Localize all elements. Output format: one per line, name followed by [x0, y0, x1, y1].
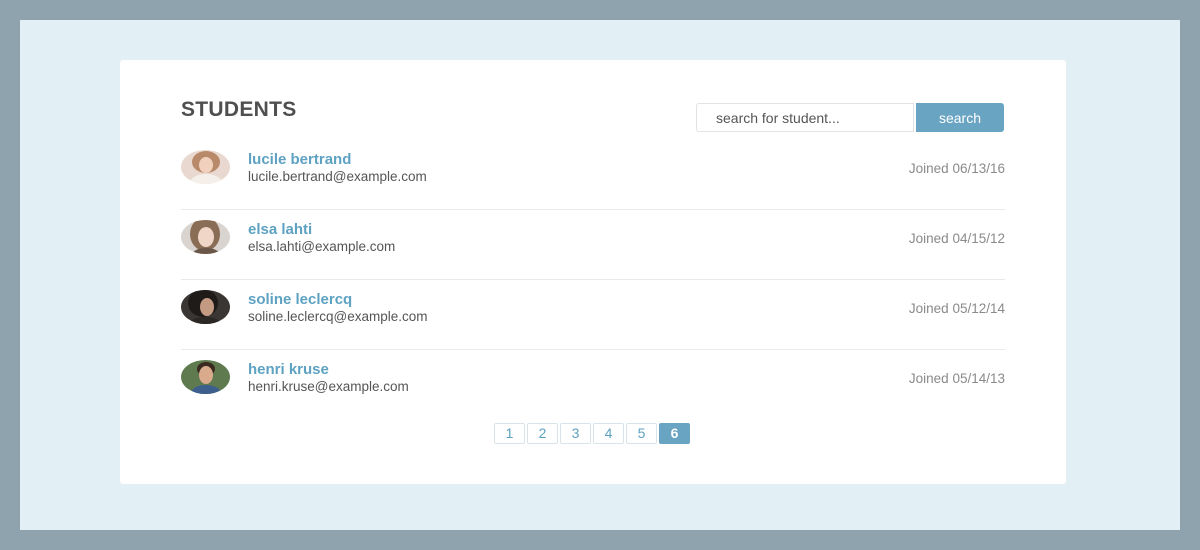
students-card: STUDENTS search lucile bertrand lucile.b…	[120, 60, 1066, 484]
joined-date: Joined 04/15/12	[908, 231, 1005, 246]
page-button-5[interactable]: 5	[626, 423, 657, 444]
student-email: elsa.lahti@example.com	[248, 239, 396, 254]
page-button-2[interactable]: 2	[527, 423, 558, 444]
search-button[interactable]: search	[916, 103, 1004, 132]
page-button-6-current[interactable]: 6	[659, 423, 690, 444]
student-row: lucile bertrand lucile.bertrand@example.…	[181, 140, 1005, 210]
search-input[interactable]	[696, 103, 914, 132]
student-email: soline.leclercq@example.com	[248, 309, 428, 324]
student-name-link[interactable]: soline leclercq	[248, 291, 352, 308]
avatar[interactable]	[181, 290, 230, 324]
app-background: STUDENTS search lucile bertrand lucile.b…	[20, 20, 1180, 530]
student-name-link[interactable]: henri kruse	[248, 361, 329, 378]
student-list: lucile bertrand lucile.bertrand@example.…	[181, 140, 1005, 419]
student-name-link[interactable]: elsa lahti	[248, 221, 312, 238]
joined-date: Joined 05/14/13	[908, 371, 1005, 386]
avatar[interactable]	[181, 150, 230, 184]
student-email: henri.kruse@example.com	[248, 379, 409, 394]
student-email: lucile.bertrand@example.com	[248, 169, 427, 184]
student-row: soline leclercq soline.leclercq@example.…	[181, 280, 1005, 350]
joined-date: Joined 06/13/16	[908, 161, 1005, 176]
student-row: henri kruse henri.kruse@example.com Join…	[181, 350, 1005, 419]
page-button-4[interactable]: 4	[593, 423, 624, 444]
student-name-link[interactable]: lucile bertrand	[248, 151, 351, 168]
joined-date: Joined 05/12/14	[908, 301, 1005, 316]
page-title: STUDENTS	[181, 98, 297, 121]
avatar[interactable]	[181, 360, 230, 394]
pagination: 1 2 3 4 5 6	[494, 423, 692, 444]
page-button-3[interactable]: 3	[560, 423, 591, 444]
page-button-1[interactable]: 1	[494, 423, 525, 444]
student-row: elsa lahti elsa.lahti@example.com Joined…	[181, 210, 1005, 280]
avatar[interactable]	[181, 220, 230, 254]
